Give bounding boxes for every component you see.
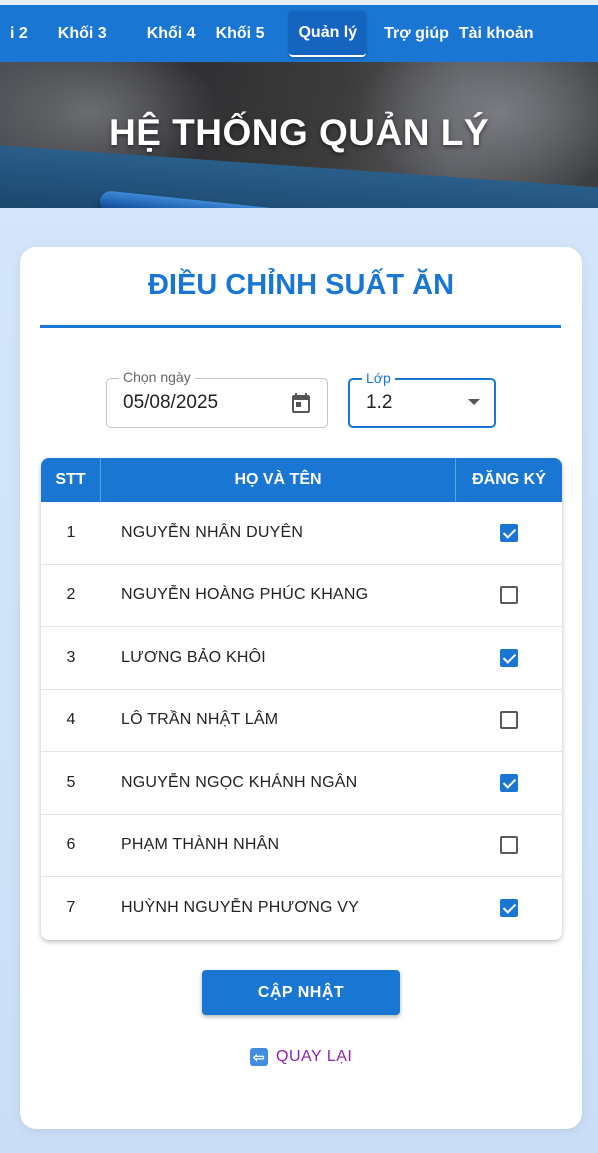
row-stt: 4	[66, 711, 76, 729]
nav-item-tai-khoan[interactable]: Tài khoản	[457, 11, 534, 57]
row-stt: 1	[66, 523, 76, 541]
class-select-value[interactable]: 1.2	[366, 392, 392, 414]
nav-item-khoi-3[interactable]: Khối 3	[58, 11, 127, 57]
class-select-label: Lớp	[362, 370, 395, 386]
row-stt: 7	[66, 899, 76, 917]
card-title: ĐIỀU CHỈNH SUẤT ĂN	[147, 269, 455, 301]
row-student-name: LÔ TRẦN NHẬT LÂM	[121, 711, 279, 729]
table-row: 7 HUỲNH NGUYỄN PHƯƠNG VY	[41, 877, 562, 940]
row-register-cell	[456, 877, 562, 940]
nav-item-khoi-5[interactable]: Khối 5	[216, 11, 265, 57]
register-checkbox[interactable]	[500, 586, 518, 605]
top-navigation: i 2 Khối 3 Khối 4 Khối 5 Quản lý Trợ giú…	[0, 0, 598, 62]
date-picker-field[interactable]: Chọn ngày 05/08/2025	[106, 369, 328, 428]
nav-item-tro-giup[interactable]: Trợ giúp	[376, 11, 457, 57]
back-link-label: QUAY LẠI	[276, 1048, 353, 1065]
row-stt: 2	[66, 586, 76, 604]
nav-item-khoi-2[interactable]: i 2	[0, 11, 58, 57]
nav-item-khoi-4[interactable]: Khối 4	[127, 11, 216, 57]
register-checkbox[interactable]	[500, 523, 518, 542]
row-student-name: NGUYỄN NGỌC KHÁNH NGÂN	[121, 773, 358, 791]
register-checkbox[interactable]	[500, 836, 518, 855]
register-checkbox[interactable]	[500, 648, 518, 667]
row-student-name: NGUYỄN NHÂN DUYÊN	[121, 523, 304, 541]
hero-banner: HỆ THỐNG QUẢN LÝ	[0, 62, 598, 208]
update-button[interactable]: CẬP NHẬT	[202, 970, 400, 1015]
register-checkbox[interactable]	[500, 711, 518, 730]
table-body: 1 NGUYỄN NHÂN DUYÊN 2 NGUYỄN HOÀNG PHÚC KHA…	[41, 502, 562, 940]
table-header: STT HỌ VÀ TÊN ĐĂNG KÝ	[41, 458, 562, 502]
header-register: ĐĂNG KÝ	[472, 471, 546, 488]
row-student-name: LƯƠNG BẢO KHÔI	[121, 648, 266, 666]
row-stt: 6	[66, 836, 76, 854]
header-stt: STT	[41, 458, 101, 502]
date-picker-value[interactable]: 05/08/2025	[123, 392, 218, 414]
register-checkbox[interactable]	[500, 773, 518, 792]
back-arrow-icon: ⇦	[250, 1048, 268, 1066]
header-name: HỌ VÀ TÊN	[101, 458, 456, 502]
table-row: 3 LƯƠNG BẢO KHÔI	[41, 627, 562, 690]
row-register-cell	[456, 752, 562, 814]
row-register-cell	[456, 502, 562, 564]
student-meal-table: STT HỌ VÀ TÊN ĐĂNG KÝ 1 NGUYỄN NHÂN DUYÊN…	[41, 458, 562, 940]
row-register-cell	[456, 690, 562, 752]
date-picker-label: Chọn ngày	[119, 369, 195, 385]
calendar-icon[interactable]	[289, 391, 313, 415]
nav-item-quan-ly[interactable]: Quản lý	[289, 10, 367, 57]
row-student-name: NGUYỄN HOÀNG PHÚC KHANG	[121, 586, 369, 604]
row-stt: 5	[66, 773, 76, 791]
class-select[interactable]: Lớp 1.2	[348, 370, 496, 428]
row-student-name: HUỲNH NGUYỄN PHƯƠNG VY	[121, 899, 360, 917]
row-stt: 3	[66, 648, 76, 666]
meal-adjustment-card: ĐIỀU CHỈNH SUẤT ĂN Chọn ngày 05/08/2025 …	[20, 247, 582, 1129]
dropdown-caret-icon[interactable]	[468, 399, 480, 405]
title-divider	[40, 325, 561, 328]
row-register-cell	[456, 627, 562, 689]
row-register-cell	[456, 815, 562, 877]
row-student-name: PHẠM THÀNH NHÂN	[121, 836, 280, 854]
table-row: 1 NGUYỄN NHÂN DUYÊN	[41, 502, 562, 565]
back-link[interactable]: ⇦ QUAY LẠI	[250, 1045, 352, 1069]
row-register-cell	[456, 565, 562, 627]
hero-title: HỆ THỐNG QUẢN LÝ	[108, 112, 490, 153]
table-row: 2 NGUYỄN HOÀNG PHÚC KHANG	[41, 565, 562, 627]
table-row: 4 LÔ TRẦN NHẬT LÂM	[41, 690, 562, 752]
table-row: 5 NGUYỄN NGỌC KHÁNH NGÂN	[41, 752, 562, 815]
table-row: 6 PHẠM THÀNH NHÂN	[41, 815, 562, 877]
register-checkbox[interactable]	[500, 899, 518, 918]
